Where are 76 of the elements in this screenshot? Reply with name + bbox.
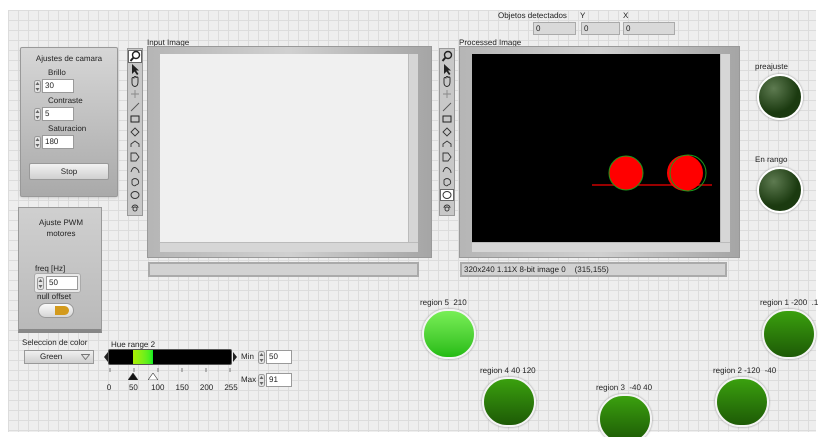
slider-label: Hue range 2 — [111, 339, 156, 351]
blob-icon[interactable] — [129, 176, 141, 188]
field-label: Brillo — [48, 67, 66, 79]
spinner-arrows[interactable] — [37, 276, 44, 290]
stop-button[interactable]: Stop — [29, 163, 109, 180]
horizontal-scrollbar[interactable] — [160, 242, 418, 252]
numeric-field[interactable]: 50 — [266, 350, 292, 364]
hand-icon[interactable] — [441, 75, 453, 88]
line-icon[interactable] — [129, 100, 141, 113]
numeric-field[interactable]: 5 — [42, 107, 74, 121]
horizontal-scrollbar[interactable] — [472, 242, 730, 252]
oval-icon[interactable] — [129, 188, 141, 201]
indicator-label: En rango — [755, 154, 788, 166]
magnifier-icon[interactable] — [129, 50, 141, 62]
status-bar: 320x240 1.11X 8-bit image 0 (315,155) — [460, 262, 727, 277]
dropdown-arrow-icon[interactable] — [81, 354, 90, 360]
vertical-scrollbar[interactable] — [408, 54, 418, 242]
display-label: Input Image — [147, 37, 190, 49]
scale-label: 200 — [198, 382, 214, 394]
spinner-arrows[interactable] — [34, 108, 41, 120]
toggle-switch[interactable] — [38, 303, 74, 318]
pointer-icon[interactable] — [441, 62, 453, 75]
line-icon[interactable] — [441, 100, 453, 113]
slider-thumb[interactable] — [128, 373, 138, 380]
indicator-field: 0 — [533, 22, 576, 35]
oval-icon[interactable] — [441, 188, 453, 201]
range-fill — [132, 350, 153, 364]
field-label: Max — [241, 374, 256, 386]
indicator-label: region 5 210 — [420, 297, 467, 309]
field-label: Contraste — [48, 95, 83, 107]
blob-icon[interactable] — [441, 176, 453, 188]
panel-title: Ajustes de camara — [36, 53, 102, 65]
numeric-field[interactable]: 30 — [42, 79, 74, 93]
numeric-field[interactable]: 91 — [266, 373, 292, 387]
indicator-label: region 2 -120 -40 — [713, 365, 776, 377]
field-label: Min — [241, 351, 254, 363]
pentagon-icon[interactable] — [441, 151, 453, 164]
field-label: X — [623, 10, 628, 22]
rectangle-icon[interactable] — [129, 113, 141, 126]
indicator-label: region 3 -40 40 — [596, 382, 652, 394]
panel-title: Ajuste PWM motores — [38, 217, 84, 239]
rectangle-icon[interactable] — [441, 113, 453, 126]
field-label: freq [Hz] — [35, 263, 66, 275]
scale-label: 150 — [174, 382, 190, 394]
arrow-left-icon[interactable] — [104, 352, 108, 362]
indicator-label: preajuste — [755, 61, 788, 73]
field-label: Objetos detectados — [498, 10, 567, 22]
pointer-icon[interactable] — [129, 62, 141, 75]
scale-label: 50 — [128, 382, 139, 394]
indicator-field: 0 — [623, 22, 675, 35]
display-label: Processed Image — [459, 37, 522, 49]
field-label: Saturacion — [48, 123, 86, 135]
pentagon-icon[interactable] — [129, 151, 141, 164]
scale-label: 0 — [106, 382, 112, 394]
numeric-field[interactable]: 180 — [42, 135, 74, 149]
diamond-icon[interactable] — [129, 126, 141, 138]
indicator-field: 0 — [581, 22, 620, 35]
indicator-label: region 1 -200 .1 — [760, 297, 818, 309]
slider-thumb[interactable] — [148, 373, 158, 380]
scale-label: 255 — [223, 382, 239, 394]
indicator-label: region 4 40 120 — [480, 365, 536, 377]
magnifier-icon[interactable] — [441, 50, 453, 62]
scale-label: 100 — [150, 382, 166, 394]
numeric-field[interactable]: 50 — [46, 276, 78, 290]
spinner-arrows[interactable] — [34, 136, 41, 148]
field-label: Seleccion de color — [22, 337, 88, 349]
diamond-icon[interactable] — [441, 126, 453, 138]
arrow-right-icon[interactable] — [233, 352, 237, 362]
hand-icon[interactable] — [129, 75, 141, 88]
vertical-scrollbar[interactable] — [720, 54, 730, 242]
spinner-arrows[interactable] — [258, 350, 265, 364]
spinner-arrows[interactable] — [34, 80, 41, 92]
color-dropdown[interactable]: Green — [24, 350, 94, 364]
field-label: null offset — [37, 292, 72, 301]
field-label: Y — [580, 10, 586, 22]
spinner-arrows[interactable] — [258, 374, 265, 386]
